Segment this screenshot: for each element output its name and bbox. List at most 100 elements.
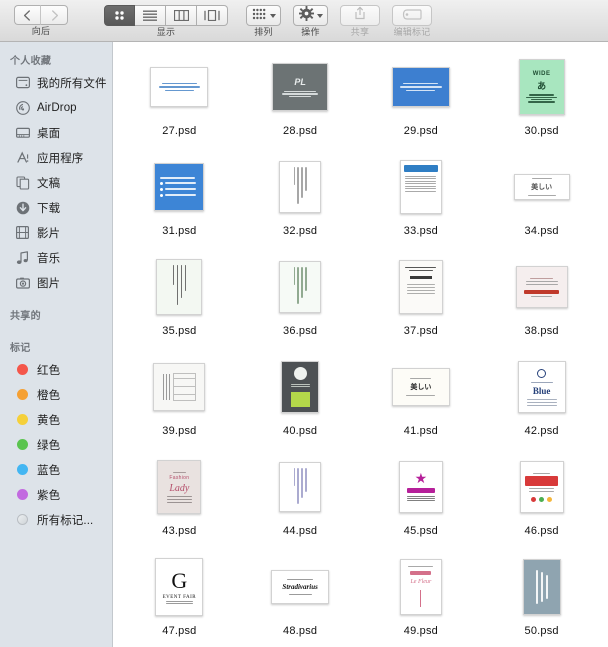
sidebar: 个人收藏 我的所有文件 AirDrop 桌面 应用程序 文稿 下载 影片 音乐 … [0,42,113,647]
sidebar-item-tag-green[interactable]: 绿色 [0,432,112,457]
file-item[interactable]: Blue 42.psd [481,350,602,450]
file-item[interactable]: 31.psd [119,150,240,250]
thumbnail-preview [279,161,322,213]
file-item[interactable]: Stradivarius 48.psd [240,550,361,647]
file-item[interactable]: G EVENT FAIR 47.psd [119,550,240,647]
sidebar-item-tag-yellow[interactable]: 黄色 [0,407,112,432]
back-button[interactable] [14,5,41,25]
thumbnail-preview [522,559,561,615]
file-item[interactable]: WIDE あ 30.psd [481,50,602,150]
column-view-button[interactable] [166,5,197,26]
sidebar-item-documents[interactable]: 文稿 [0,170,112,195]
list-view-button[interactable] [135,5,166,26]
sidebar-item-all-tags[interactable]: 所有标记... [0,507,112,532]
file-thumbnail[interactable]: WIDE あ [518,54,565,120]
file-thumbnail[interactable] [522,554,561,620]
file-thumbnail[interactable] [279,254,322,320]
sidebar-item-label: 图片 [37,277,61,290]
sidebar-item-tag-red[interactable]: 红色 [0,357,112,382]
file-item[interactable]: 32.psd [240,150,361,250]
file-thumbnail[interactable]: Fashion Lady [157,454,202,520]
file-item[interactable]: PL 28.psd [240,50,361,150]
file-grid-container[interactable]: 27.psd PL 28.psd 29.psd WIDE あ 30.psd 31.psd 32.… [113,42,608,647]
tag-icon [402,7,422,25]
file-item[interactable]: 33.psd [361,150,482,250]
file-thumbnail[interactable]: G EVENT FAIR [155,554,204,620]
sidebar-item-label: 橙色 [37,389,61,402]
file-item[interactable]: 27.psd [119,50,240,150]
documents-icon [15,175,30,190]
sidebar-item-airdrop[interactable]: AirDrop [0,95,112,120]
sidebar-item-desktop[interactable]: 桌面 [0,120,112,145]
file-item[interactable]: 50.psd [481,550,602,647]
file-item[interactable]: 46.psd [481,450,602,550]
file-thumbnail[interactable] [279,454,322,520]
file-thumbnail[interactable] [279,154,322,220]
file-item[interactable]: 38.psd [481,250,602,350]
share-button[interactable] [340,5,380,26]
sidebar-item-pictures[interactable]: 图片 [0,270,112,295]
sidebar-item-all-files[interactable]: 我的所有文件 [0,70,112,95]
forward-button[interactable] [41,5,68,25]
thumbnail-preview [150,67,209,107]
thumbnail-preview: Fashion Lady [157,460,202,514]
file-thumbnail[interactable] [515,254,568,320]
sidebar-section-tags-header: 标记 [10,343,31,354]
file-item[interactable]: 36.psd [240,250,361,350]
file-thumbnail[interactable] [154,154,205,220]
sidebar-item-label: 应用程序 [37,152,84,165]
file-item[interactable]: 29.psd [361,50,482,150]
action-button[interactable] [293,5,328,26]
coverflow-view-button[interactable] [197,5,228,26]
file-name: 41.psd [403,425,438,437]
file-item[interactable]: Le Fleur 49.psd [361,550,482,647]
tag-dot-icon [15,462,30,477]
file-item[interactable]: 美しい 34.psd [481,150,602,250]
sidebar-item-downloads[interactable]: 下载 [0,195,112,220]
thumbnail-preview [515,266,568,308]
file-item[interactable]: 39.psd [119,350,240,450]
sidebar-item-movies[interactable]: 影片 [0,220,112,245]
file-thumbnail[interactable]: 美しい [391,354,450,420]
file-name: 35.psd [162,325,197,337]
file-thumbnail[interactable] [391,54,450,120]
file-thumbnail[interactable]: PL [272,54,329,120]
sidebar-item-applications[interactable]: 应用程序 [0,145,112,170]
action-group: 操作 [293,0,328,37]
file-item[interactable]: 40.psd [240,350,361,450]
file-item[interactable]: ★ 45.psd [361,450,482,550]
file-thumbnail[interactable]: Blue [517,354,566,420]
file-name: 50.psd [524,625,559,637]
file-item[interactable]: 37.psd [361,250,482,350]
file-thumbnail[interactable] [156,254,203,320]
navigation-label: 向后 [31,26,51,36]
file-thumbnail[interactable]: Stradivarius [271,554,330,620]
arrange-button[interactable] [246,5,281,26]
file-item[interactable]: Fashion Lady 43.psd [119,450,240,550]
arrange-label: 排列 [254,27,273,37]
sidebar-item-music[interactable]: 音乐 [0,245,112,270]
file-thumbnail[interactable] [153,354,206,420]
file-item[interactable]: 美しい 41.psd [361,350,482,450]
icon-view-button[interactable] [104,5,135,26]
file-thumbnail[interactable]: Le Fleur [399,554,442,620]
gear-icon [299,5,314,26]
thumbnail-preview: Stradivarius [271,570,330,604]
file-item[interactable]: 35.psd [119,250,240,350]
sidebar-item-tag-blue[interactable]: 蓝色 [0,457,112,482]
file-thumbnail[interactable]: ★ [398,454,443,520]
sidebar-item-tag-orange[interactable]: 橙色 [0,382,112,407]
file-thumbnail[interactable] [519,454,564,520]
edit-tags-button[interactable] [392,5,432,26]
file-thumbnail[interactable] [399,154,442,220]
toolbar: 向后 显示 排列 操作 共享 编辑标记 [0,0,608,42]
file-thumbnail[interactable]: 美しい [513,154,570,220]
file-thumbnail[interactable] [150,54,209,120]
sidebar-item-tag-purple[interactable]: 紫色 [0,482,112,507]
file-thumbnail[interactable] [281,354,320,420]
file-thumbnail[interactable] [398,254,443,320]
file-name: 48.psd [283,625,318,637]
thumbnail-preview: WIDE あ [518,59,565,115]
sidebar-section-favorites-header: 个人收藏 [10,56,52,67]
file-item[interactable]: 44.psd [240,450,361,550]
